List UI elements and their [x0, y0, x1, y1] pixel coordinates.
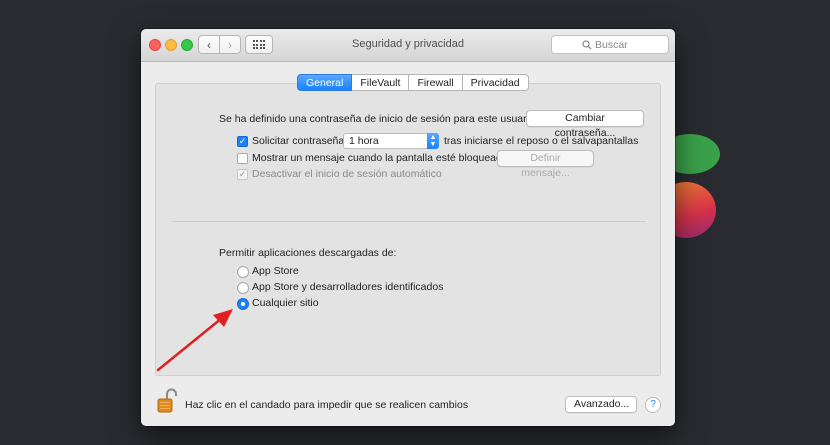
require-password-checkbox[interactable]: ✓ [237, 136, 248, 147]
tab-privacidad[interactable]: Privacidad [462, 74, 529, 91]
set-message-button[interactable]: Definir mensaje... [497, 150, 594, 179]
search-field[interactable]: Buscar [551, 35, 669, 54]
checkmark-icon: ✓ [238, 169, 247, 179]
help-button[interactable]: ? [645, 397, 661, 413]
radio-app-store[interactable] [237, 266, 249, 278]
search-icon [582, 39, 592, 49]
updown-arrows-icon: ▲ ▼ [427, 133, 439, 149]
title-bar: ‹ › Seguridad y privacidad Buscar [141, 29, 675, 62]
show-message-checkbox[interactable] [237, 153, 248, 164]
disable-autologin-checkbox[interactable]: ✓ [237, 169, 248, 180]
tab-general[interactable]: General [297, 74, 353, 91]
radio-app-store-label: App Store [252, 265, 299, 277]
unlocked-padlock-icon [157, 388, 177, 413]
lock-button[interactable] [157, 388, 177, 414]
radio-anywhere-label: Cualquier sitio [252, 297, 319, 309]
password-delay-suffix: tras iniciarse el reposo o el salvapanta… [444, 135, 639, 147]
radio-anywhere[interactable] [237, 298, 249, 310]
tab-bar: General FileVault Firewall Privacidad [297, 74, 529, 92]
section-divider [172, 221, 646, 222]
preferences-window: ‹ › Seguridad y privacidad Buscar Genera… [141, 29, 675, 426]
password-delay-select[interactable]: 1 hora ▲ ▼ [343, 133, 439, 149]
downloads-heading: Permitir aplicaciones descargadas de: [219, 247, 397, 259]
lock-text: Haz clic en el candado para impedir que … [185, 399, 469, 411]
require-password-label: Solicitar contraseña [252, 135, 345, 147]
tab-firewall[interactable]: Firewall [409, 74, 463, 91]
disable-autologin-label: Desactivar el inicio de sesión automátic… [252, 168, 442, 180]
general-panel: Se ha definido una contraseña de inicio … [155, 83, 661, 376]
radio-identified-developers[interactable] [237, 282, 249, 294]
search-placeholder: Buscar [595, 38, 628, 51]
advanced-button[interactable]: Avanzado... [565, 396, 637, 413]
tab-filevault[interactable]: FileVault [352, 74, 410, 91]
checkmark-icon: ✓ [238, 136, 247, 146]
password-delay-value: 1 hora [349, 135, 379, 147]
change-password-button[interactable]: Cambiar contraseña... [526, 110, 644, 139]
show-message-label: Mostrar un mensaje cuando la pantalla es… [252, 152, 508, 164]
password-set-text: Se ha definido una contraseña de inicio … [219, 113, 535, 125]
radio-identified-developers-label: App Store y desarrolladores identificado… [252, 281, 444, 293]
